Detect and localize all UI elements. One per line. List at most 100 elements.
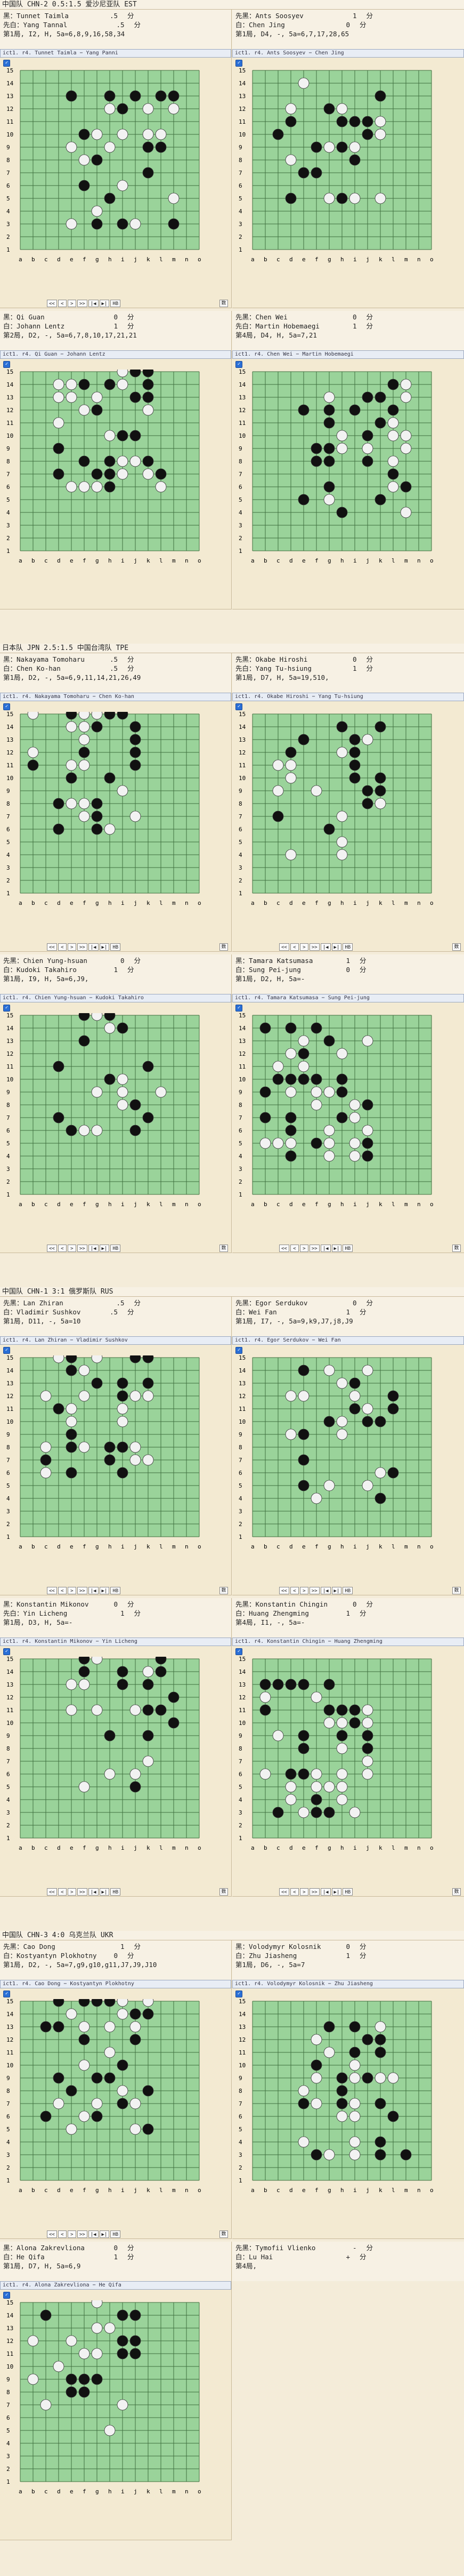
nav-button[interactable]: > [299,1587,308,1594]
nav-button[interactable]: < [290,1587,299,1594]
nav-button[interactable]: |◀ [88,2230,99,2238]
nav-button[interactable]: |◀ [320,943,331,951]
nav-button[interactable]: ▶| [331,1245,342,1252]
nav-button[interactable]: > [67,1888,76,1896]
show-numbers-checkbox[interactable]: ✓ [3,1648,10,1655]
go-board[interactable]: 15 a 14 b 13 c 12 d 11 e 10 f 9 g 8 h 7 i 6 j 5 k 4 l 3 m 2 n 1 o [4,1013,225,1242]
show-numbers-checkbox[interactable]: ✓ [3,1347,10,1354]
nav-button[interactable]: HB [343,1245,353,1252]
nav-button[interactable]: < [58,300,67,307]
nav-button[interactable]: >> [77,1888,87,1896]
count-button[interactable]: 数 [452,1245,461,1252]
nav-button[interactable]: > [299,1888,308,1896]
show-numbers-checkbox[interactable]: ✓ [3,361,10,368]
nav-button[interactable]: ▶| [331,1888,342,1896]
go-board[interactable]: 15 a 14 b 13 c 12 d 11 e 10 f 9 g 8 h 7 i 6 j 5 k 4 l 3 m 2 n 1 o [4,2300,225,2530]
nav-button[interactable]: >> [309,1587,320,1594]
count-button[interactable]: 数 [219,1245,228,1252]
nav-button[interactable]: >> [309,1888,320,1896]
nav-button[interactable]: |◀ [88,1587,99,1594]
show-numbers-checkbox[interactable]: ✓ [3,703,10,710]
count-button[interactable]: 数 [452,1888,461,1896]
nav-button[interactable]: |◀ [320,1587,331,1594]
nav-button[interactable]: >> [77,300,87,307]
count-button[interactable]: 数 [219,1587,228,1594]
nav-button[interactable]: ▶| [99,2230,110,2238]
nav-button[interactable]: << [47,2230,57,2238]
nav-button[interactable]: < [58,943,67,951]
nav-button[interactable]: ▶| [99,300,110,307]
nav-button[interactable]: HB [343,1587,353,1594]
nav-button[interactable]: < [58,1587,67,1594]
nav-button[interactable]: < [290,943,299,951]
nav-button[interactable]: HB [110,1587,121,1594]
show-numbers-checkbox[interactable]: ✓ [3,1005,10,1012]
nav-button[interactable]: >> [309,1245,320,1252]
nav-button[interactable]: ▶| [331,943,342,951]
go-board[interactable]: 15 a 14 b 13 c 12 d 11 e 10 f 9 g 8 h 7 i 6 j 5 k 4 l 3 m 2 n 1 o [237,68,458,298]
nav-button[interactable]: |◀ [88,1888,99,1896]
go-board[interactable]: 15 a 14 b 13 c 12 d 11 e 10 f 9 g 8 h 7 i 6 j 5 k 4 l 3 m 2 n 1 o [4,1999,225,2228]
show-numbers-checkbox[interactable]: ✓ [235,1648,242,1655]
nav-button[interactable]: |◀ [320,1245,331,1252]
go-board[interactable]: 15 a 14 b 13 c 12 d 11 e 10 f 9 g 8 h 7 i 6 j 5 k 4 l 3 m 2 n 1 o [4,1657,225,1886]
nav-button[interactable]: |◀ [88,943,99,951]
count-button[interactable]: 数 [219,943,228,951]
go-board[interactable]: 15 a 14 b 13 c 12 d 11 e 10 f 9 g 8 h 7 i 6 j 5 k 4 l 3 m 2 n 1 o [237,1355,458,1585]
nav-button[interactable]: ▶| [99,1245,110,1252]
nav-button[interactable]: >> [309,943,320,951]
count-button[interactable]: 数 [452,1587,461,1594]
nav-button[interactable]: > [67,300,76,307]
nav-button[interactable]: >> [77,943,87,951]
count-button[interactable]: 数 [219,300,228,307]
count-button[interactable]: 数 [452,943,461,951]
show-numbers-checkbox[interactable]: ✓ [3,2292,10,2299]
go-board[interactable]: 15 a 14 b 13 c 12 d 11 e 10 f 9 g 8 h 7 i 6 j 5 k 4 l 3 m 2 n 1 o [237,1657,458,1886]
nav-button[interactable]: HB [110,1245,121,1252]
show-numbers-checkbox[interactable]: ✓ [3,60,10,67]
nav-button[interactable]: HB [110,1888,121,1896]
nav-button[interactable]: |◀ [88,300,99,307]
nav-button[interactable]: > [67,943,76,951]
nav-button[interactable]: HB [110,943,121,951]
nav-button[interactable]: HB [110,2230,121,2238]
nav-button[interactable]: HB [343,943,353,951]
nav-button[interactable]: << [47,1888,57,1896]
nav-button[interactable]: |◀ [320,1888,331,1896]
go-board[interactable]: 15 a 14 b 13 c 12 d 11 e 10 f 9 g 8 h 7 i 6 j 5 k 4 l 3 m 2 n 1 o [4,68,225,298]
go-board[interactable]: 15 a 14 b 13 c 12 d 11 e 10 f 9 g 8 h 7 i 6 j 5 k 4 l 3 m 2 n 1 o [4,1355,225,1585]
go-board[interactable]: 15 a 14 b 13 c 12 d 11 e 10 f 9 g 8 h 7 i 6 j 5 k 4 l 3 m 2 n 1 o [237,370,458,599]
nav-button[interactable]: > [299,943,308,951]
nav-button[interactable]: < [58,2230,67,2238]
nav-button[interactable]: << [279,1888,289,1896]
go-board[interactable]: 15 a 14 b 13 c 12 d 11 e 10 f 9 g 8 h 7 i 6 j 5 k 4 l 3 m 2 n 1 o [237,1013,458,1242]
nav-button[interactable]: ▶| [99,1587,110,1594]
go-board[interactable]: 15 a 14 b 13 c 12 d 11 e 10 f 9 g 8 h 7 i 6 j 5 k 4 l 3 m 2 n 1 o [237,1999,458,2228]
nav-button[interactable]: HB [110,300,121,307]
nav-button[interactable]: ▶| [99,1888,110,1896]
nav-button[interactable]: > [67,1587,76,1594]
nav-button[interactable]: >> [77,2230,87,2238]
nav-button[interactable]: >> [77,1245,87,1252]
go-board[interactable]: 15 a 14 b 13 c 12 d 11 e 10 f 9 g 8 h 7 i 6 j 5 k 4 l 3 m 2 n 1 o [4,712,225,941]
show-numbers-checkbox[interactable]: ✓ [235,60,242,67]
go-board[interactable]: 15 a 14 b 13 c 12 d 11 e 10 f 9 g 8 h 7 i 6 j 5 k 4 l 3 m 2 n 1 o [237,712,458,941]
nav-button[interactable]: << [279,943,289,951]
nav-button[interactable]: >> [77,1587,87,1594]
nav-button[interactable]: < [290,1888,299,1896]
nav-button[interactable]: << [279,1587,289,1594]
nav-button[interactable]: |◀ [88,1245,99,1252]
nav-button[interactable]: < [290,1245,299,1252]
count-button[interactable]: 数 [219,2230,228,2238]
nav-button[interactable]: ▶| [331,1587,342,1594]
nav-button[interactable]: << [47,1587,57,1594]
nav-button[interactable]: ▶| [99,943,110,951]
nav-button[interactable]: << [47,1245,57,1252]
nav-button[interactable]: << [279,1245,289,1252]
nav-button[interactable]: HB [343,1888,353,1896]
show-numbers-checkbox[interactable]: ✓ [235,1347,242,1354]
nav-button[interactable]: < [58,1888,67,1896]
nav-button[interactable]: << [47,943,57,951]
show-numbers-checkbox[interactable]: ✓ [235,1991,242,1997]
nav-button[interactable]: > [67,2230,76,2238]
